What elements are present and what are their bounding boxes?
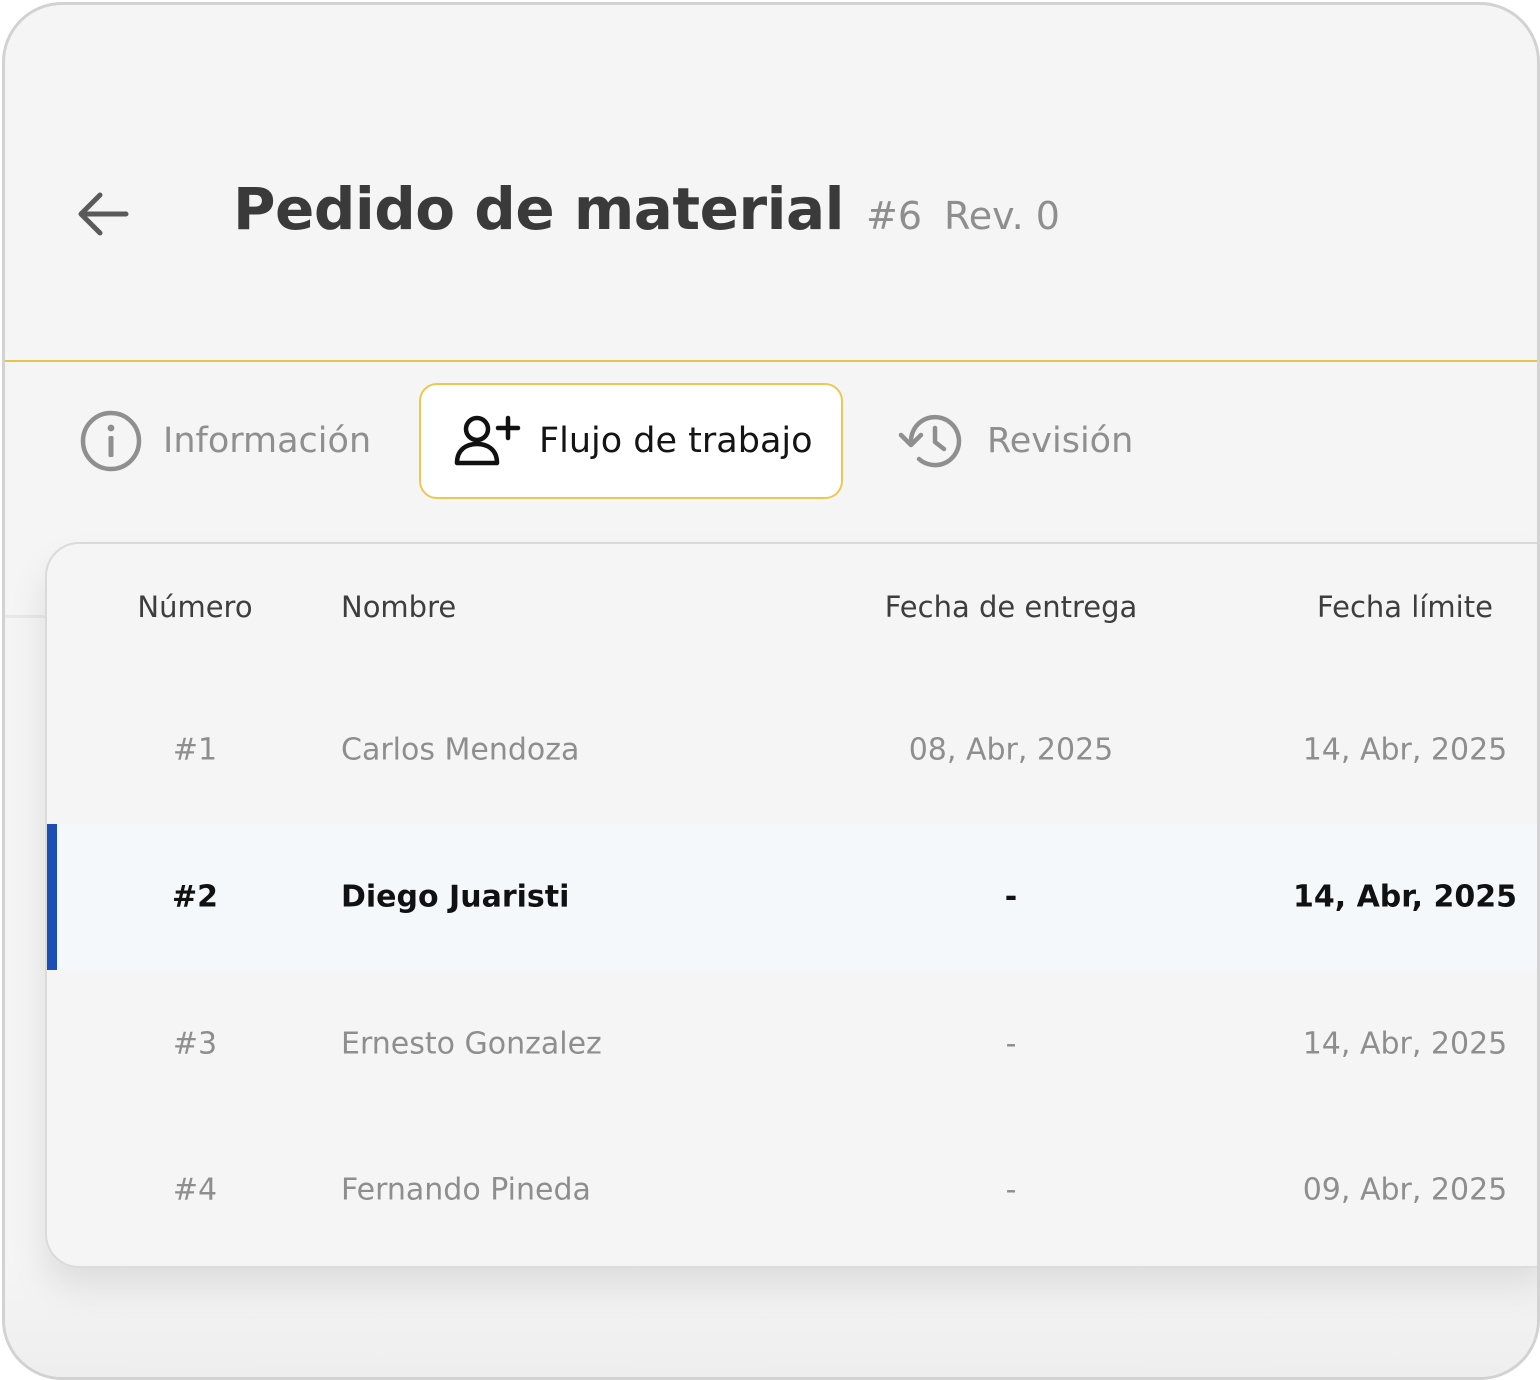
cell-number: #1 bbox=[172, 732, 218, 768]
table-header: Número Nombre Fecha de entrega Fecha lím… bbox=[47, 544, 1537, 680]
table-row[interactable]: #4 Fernando Pineda - 09, Abr, 2025 bbox=[47, 1117, 1537, 1263]
cell-delivery-date: 08, Abr, 2025 bbox=[908, 732, 1114, 768]
cell-delivery-date: - bbox=[1005, 1172, 1017, 1208]
selected-row-indicator bbox=[47, 824, 57, 970]
person-add-icon bbox=[453, 413, 523, 469]
revision-label: Rev. 0 bbox=[944, 194, 1060, 238]
column-header-fecha-limite[interactable]: Fecha límite bbox=[1285, 590, 1525, 624]
cell-limit-date: 14, Abr, 2025 bbox=[1302, 1026, 1508, 1062]
cell-limit-date: 14, Abr, 2025 bbox=[1302, 732, 1508, 768]
arrow-left-icon bbox=[78, 192, 129, 236]
cell-name: Diego Juaristi bbox=[341, 879, 570, 915]
page-header: Pedido de material #6 Rev. 0 bbox=[5, 5, 1537, 362]
cell-name: Ernesto Gonzalez bbox=[341, 1026, 602, 1062]
workflow-table: Número Nombre Fecha de entrega Fecha lím… bbox=[45, 542, 1537, 1268]
tab-bar: Información Flujo de trabajo Revisión bbox=[5, 383, 1537, 503]
table-row[interactable]: #1 Carlos Mendoza 08, Abr, 2025 14, Abr,… bbox=[47, 677, 1537, 823]
page-title: Pedido de material bbox=[233, 175, 845, 243]
order-number: #6 bbox=[866, 194, 923, 238]
column-header-numero[interactable]: Número bbox=[135, 590, 255, 624]
divider bbox=[5, 615, 49, 618]
cell-number: #3 bbox=[172, 1026, 218, 1062]
cell-name: Fernando Pineda bbox=[341, 1172, 591, 1208]
tab-revision[interactable]: Revisión bbox=[897, 383, 1157, 499]
cell-limit-date: 14, Abr, 2025 bbox=[1292, 879, 1517, 915]
cell-number: #2 bbox=[171, 879, 218, 915]
cell-number: #4 bbox=[172, 1172, 218, 1208]
tab-informacion-label: Información bbox=[163, 421, 372, 461]
title-row: Pedido de material #6 Rev. 0 bbox=[233, 175, 1060, 243]
cell-limit-date: 09, Abr, 2025 bbox=[1302, 1172, 1508, 1208]
info-circle-icon bbox=[79, 409, 143, 473]
tab-flujo-label: Flujo de trabajo bbox=[539, 421, 813, 461]
cell-name: Carlos Mendoza bbox=[341, 732, 580, 768]
back-button[interactable] bbox=[69, 181, 135, 247]
column-header-nombre[interactable]: Nombre bbox=[341, 590, 456, 624]
table-row[interactable]: #3 Ernesto Gonzalez - 14, Abr, 2025 bbox=[47, 971, 1537, 1117]
table-row-selected[interactable]: #2 Diego Juaristi - 14, Abr, 2025 bbox=[47, 824, 1537, 970]
app-window: Pedido de material #6 Rev. 0 Información bbox=[2, 2, 1540, 1380]
tab-revision-label: Revisión bbox=[987, 421, 1134, 461]
tab-informacion[interactable]: Información bbox=[79, 383, 399, 499]
cell-delivery-date: - bbox=[1004, 879, 1018, 915]
column-header-fecha-entrega[interactable]: Fecha de entrega bbox=[811, 590, 1211, 624]
tab-flujo-de-trabajo[interactable]: Flujo de trabajo bbox=[419, 383, 843, 499]
bottom-fade bbox=[5, 1257, 1537, 1377]
cell-delivery-date: - bbox=[1005, 1026, 1017, 1062]
history-icon bbox=[897, 409, 967, 473]
